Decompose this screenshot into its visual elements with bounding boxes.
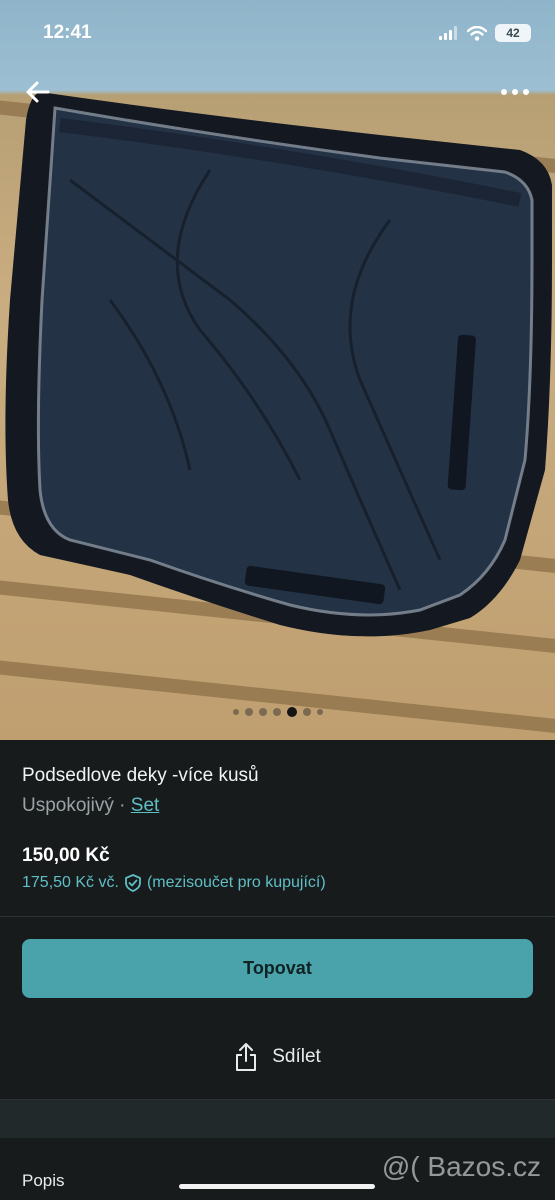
listing-title: Podsedlove deky -více kusů [22, 765, 259, 786]
gallery-dot[interactable] [232, 709, 239, 715]
description-heading: Popis [22, 1171, 65, 1190]
saddle-pad-image [5, 92, 552, 637]
section-separator [0, 1100, 555, 1138]
home-indicator [179, 1184, 375, 1189]
buyer-price: 175,50 Kč vč. [22, 874, 119, 891]
back-arrow-icon [26, 81, 50, 103]
topovat-button[interactable]: Topovat [22, 939, 533, 998]
more-dots-icon [501, 89, 529, 95]
listing-price: 150,00 Kč [22, 845, 110, 866]
status-time: 12:41 [43, 22, 92, 43]
buyer-note: (mezisoučet pro kupující) [146, 874, 326, 891]
more-options-button[interactable] [499, 82, 531, 102]
gallery-dot[interactable] [316, 709, 323, 715]
status-icons: 42 [439, 24, 531, 42]
battery-icon: 42 [495, 24, 531, 42]
buyer-price-row[interactable]: 175,50 Kč vč. (mezisoučet pro kupující) [22, 873, 326, 893]
share-button[interactable]: Sdílet [0, 1042, 555, 1072]
share-icon [236, 1043, 257, 1071]
signal-icon [439, 26, 457, 40]
gallery-dot[interactable] [258, 708, 267, 716]
wifi-icon [467, 25, 487, 41]
gallery-dot-active[interactable] [286, 707, 297, 717]
watermark: @( Bazos.cz [381, 1151, 541, 1182]
condition-label: Uspokojivý [22, 795, 114, 816]
gallery-pagination[interactable] [0, 707, 555, 717]
gallery-dot[interactable] [272, 708, 281, 716]
listing-photo[interactable] [0, 0, 555, 740]
share-label: Sdílet [272, 1046, 321, 1067]
battery-level: 42 [506, 26, 520, 40]
gallery-dot[interactable] [302, 708, 311, 716]
listing-meta: Uspokojivý · Set [22, 795, 159, 817]
divider [0, 916, 555, 917]
shield-check-icon [125, 874, 141, 892]
gallery-dot[interactable] [244, 708, 253, 716]
category-link[interactable]: Set [131, 795, 160, 816]
meta-separator: · [119, 795, 126, 816]
back-button[interactable] [24, 78, 52, 106]
